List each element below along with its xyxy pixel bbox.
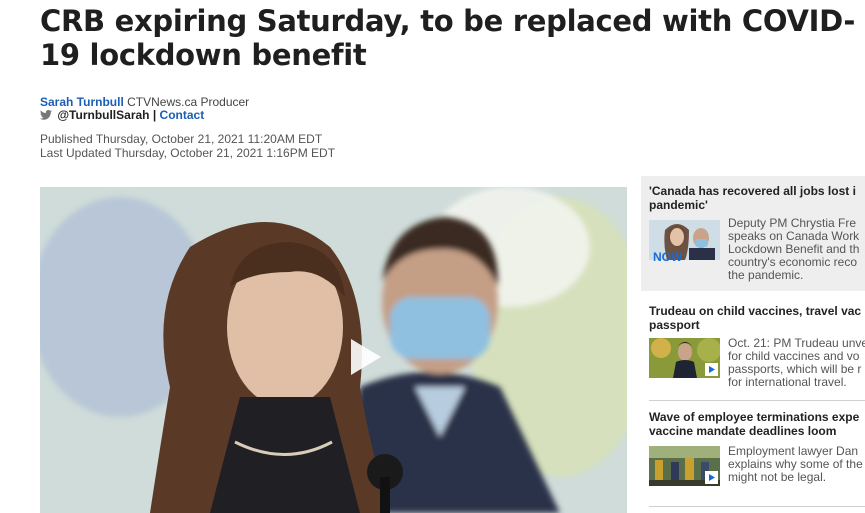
play-icon[interactable]: [705, 471, 718, 484]
twitter-handle-link[interactable]: @TurnbullSarah: [57, 108, 149, 122]
divider: [649, 400, 865, 401]
story-title[interactable]: Wave of employee terminations expe vacci…: [649, 410, 865, 438]
video-player[interactable]: [40, 187, 627, 513]
author-link[interactable]: Sarah Turnbull: [40, 95, 124, 109]
story-description: Oct. 21: PM Trudeau unve for child vacci…: [728, 337, 865, 389]
related-story[interactable]: Wave of employee terminations expe vacci…: [641, 410, 865, 500]
story-title[interactable]: Trudeau on child vaccines, travel vac pa…: [649, 304, 865, 332]
article-headline: CRB expiring Saturday, to be replaced wi…: [40, 4, 856, 72]
published-date: Published Thursday, October 21, 2021 11:…: [40, 132, 323, 146]
author-role: CTVNews.ca Producer: [127, 95, 250, 109]
twitter-icon: [40, 110, 52, 120]
article-dates: Published Thursday, October 21, 2021 11:…: [40, 132, 335, 160]
contact-link[interactable]: Contact: [160, 108, 205, 122]
play-icon[interactable]: [333, 327, 393, 387]
byline: Sarah Turnbull CTVNews.ca Producer @Turn…: [40, 96, 249, 122]
related-story[interactable]: Trudeau on child vaccines, travel vac pa…: [641, 302, 865, 402]
divider: [649, 506, 865, 507]
story-description: Deputy PM Chrystia Fre speaks on Canada …: [728, 217, 860, 282]
byline-separator: |: [152, 108, 157, 122]
story-description: Employment lawyer Dan explains why some …: [728, 445, 863, 484]
story-thumbnail[interactable]: [649, 338, 720, 378]
story-title[interactable]: 'Canada has recovered all jobs lost i pa…: [649, 184, 865, 212]
updated-date: Last Updated Thursday, October 21, 2021 …: [40, 146, 336, 160]
now-badge: NOW: [653, 250, 683, 264]
play-icon[interactable]: [705, 363, 718, 376]
story-thumbnail[interactable]: [649, 446, 720, 486]
related-story-featured[interactable]: 'Canada has recovered all jobs lost i pa…: [641, 176, 865, 291]
